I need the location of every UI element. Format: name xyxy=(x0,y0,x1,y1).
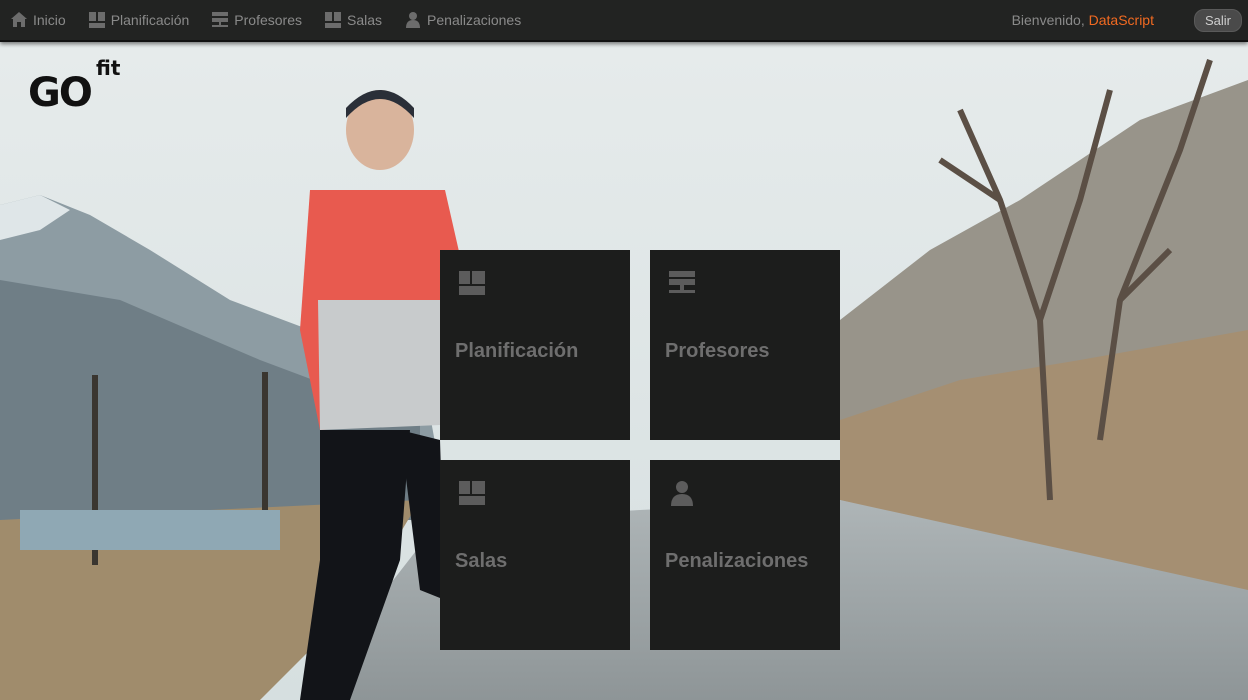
logo-sup-text: fit xyxy=(96,56,121,80)
grid-icon xyxy=(458,270,486,296)
tile-label: Planificación xyxy=(455,340,579,362)
grid-icon xyxy=(88,11,106,29)
welcome-text: Bienvenido, DataScript xyxy=(1012,12,1154,28)
gofit-logo: GO fit xyxy=(28,56,138,118)
user-icon xyxy=(404,11,422,29)
nav-item-label: Profesores xyxy=(234,12,302,28)
logout-button[interactable]: Salir xyxy=(1193,8,1242,32)
nav-item-label: Planificación xyxy=(110,12,190,28)
nav-item-salas[interactable]: Salas xyxy=(324,0,382,40)
home-icon xyxy=(10,11,28,29)
nav-item-planificacion[interactable]: Planificación xyxy=(88,0,190,40)
nav-item-penalizaciones[interactable]: Penalizaciones xyxy=(404,0,521,40)
top-navbar: Inicio Planificación Profesores Salas Pe… xyxy=(0,0,1248,42)
nav-item-inicio[interactable]: Inicio xyxy=(10,0,66,40)
network-icon xyxy=(668,270,696,296)
grid-icon xyxy=(458,480,486,506)
nav-item-label: Penalizaciones xyxy=(427,12,522,28)
logo-main-text: GO xyxy=(28,70,93,116)
tile-label: Penalizaciones xyxy=(665,550,809,572)
welcome-label: Bienvenido, xyxy=(1011,12,1089,28)
tile-salas[interactable]: Salas xyxy=(440,460,630,650)
nav-item-label: Inicio xyxy=(33,12,66,28)
main-nav: Inicio Planificación Profesores Salas Pe… xyxy=(0,0,543,40)
network-icon xyxy=(211,11,229,29)
tile-profesores[interactable]: Profesores xyxy=(650,250,840,440)
nav-item-profesores[interactable]: Profesores xyxy=(211,0,302,40)
tile-penalizaciones[interactable]: Penalizaciones xyxy=(650,460,840,650)
tile-label: Profesores xyxy=(665,340,770,362)
username-link[interactable]: DataScript xyxy=(1089,12,1154,28)
tile-planificacion[interactable]: Planificación xyxy=(440,250,630,440)
user-area: Bienvenido, DataScript Salir xyxy=(1012,8,1248,32)
user-icon xyxy=(668,480,696,506)
tile-label: Salas xyxy=(455,550,508,572)
nav-item-label: Salas xyxy=(347,12,383,28)
grid-icon xyxy=(324,11,342,29)
